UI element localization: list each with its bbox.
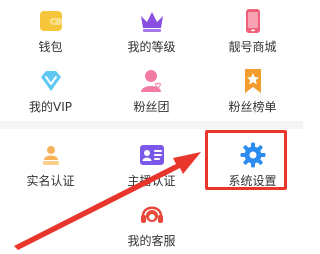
section-divider xyxy=(0,121,303,129)
star-ribbon-icon xyxy=(244,69,261,93)
id-card-icon xyxy=(139,145,164,165)
menu-item-fan-group[interactable]: 粉丝团 xyxy=(101,60,202,120)
menu-label: 我的客服 xyxy=(127,234,176,248)
menu-item-streamer-verify[interactable]: 主播认证 xyxy=(101,134,202,194)
menu-label: 粉丝团 xyxy=(133,100,170,114)
menu-label: 实名认证 xyxy=(26,174,75,188)
menu-label: 我的等级 xyxy=(127,40,176,54)
fan-group-icon xyxy=(140,70,161,92)
menu-item-level[interactable]: 我的等级 xyxy=(101,0,202,60)
wallet-icon xyxy=(39,11,62,31)
profile-menu-grid: 钱包 我的等级 靓号商城 我的VIP 粉丝团 粉丝榜单 实名认证 主播认证 系统… xyxy=(0,0,303,252)
annotation-highlight-box xyxy=(205,130,287,190)
menu-label: 靓号商城 xyxy=(228,40,277,54)
menu-label: 钱包 xyxy=(38,40,63,54)
menu-item-fan-ranking[interactable]: 粉丝榜单 xyxy=(202,60,303,120)
menu-item-vip[interactable]: 我的VIP xyxy=(0,60,101,120)
menu-label: 粉丝榜单 xyxy=(228,100,277,114)
diamond-icon xyxy=(40,71,61,91)
menu-item-wallet[interactable]: 钱包 xyxy=(0,0,101,60)
phone-icon xyxy=(245,9,260,33)
menu-label: 主播认证 xyxy=(127,174,176,188)
headset-icon xyxy=(140,206,163,223)
menu-item-number-store[interactable]: 靓号商城 xyxy=(202,0,303,60)
menu-label: 我的VIP xyxy=(29,100,72,114)
crown-icon xyxy=(140,12,163,32)
person-verify-icon xyxy=(42,146,59,165)
menu-item-realname-verify[interactable]: 实名认证 xyxy=(0,134,101,194)
menu-item-customer-service[interactable]: 我的客服 xyxy=(101,194,202,254)
